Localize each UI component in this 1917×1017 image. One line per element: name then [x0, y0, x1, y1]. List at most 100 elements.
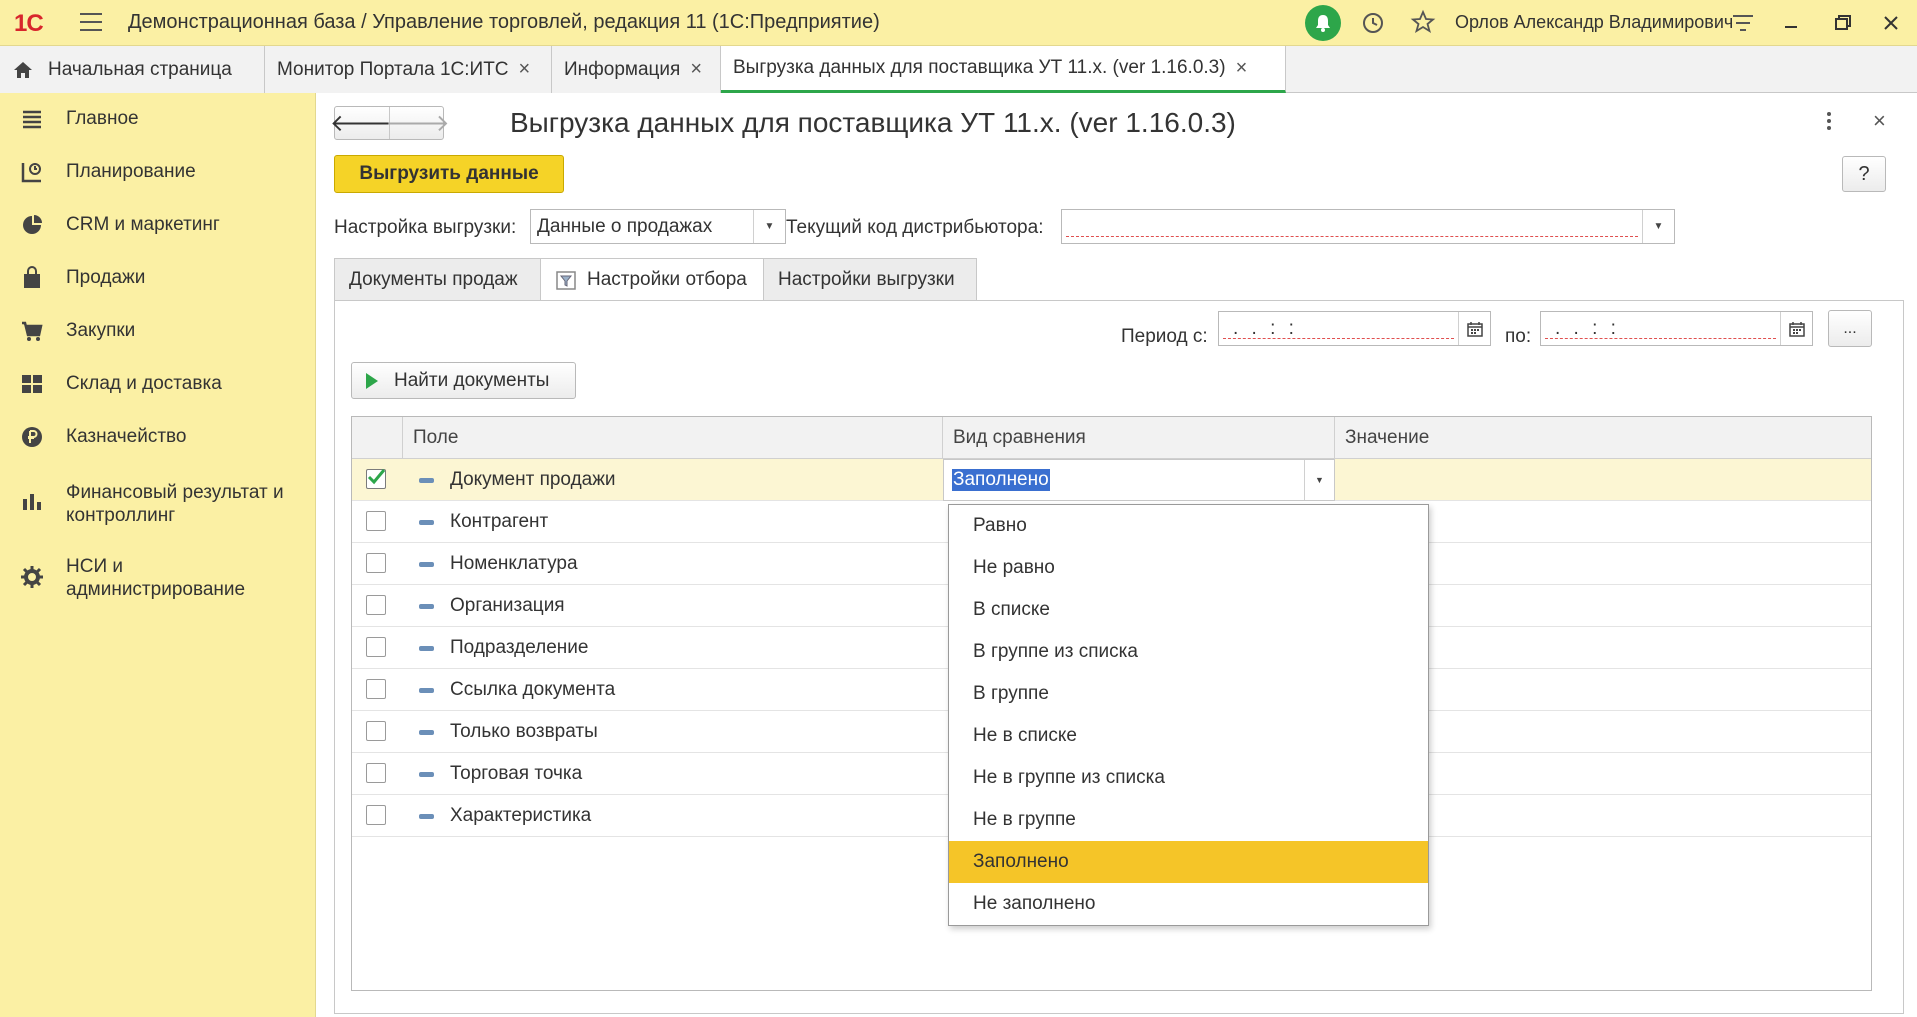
tab-its-monitor[interactable]: Монитор Портала 1С:ИТС ×	[265, 46, 552, 93]
dropdown-option[interactable]: В группе из списка	[949, 631, 1428, 673]
close-form-icon[interactable]: ×	[1873, 108, 1886, 134]
row-checkbox[interactable]	[366, 637, 386, 657]
sidebar-item-label: Планирование	[66, 161, 196, 182]
row-checkbox[interactable]	[366, 721, 386, 741]
row-checkbox[interactable]	[366, 511, 386, 531]
grid-header-comparison[interactable]: Вид сравнения	[943, 417, 1335, 459]
filter-icon	[556, 270, 576, 290]
tab-label: Выгрузка данных для поставщика УТ 11.x. …	[733, 57, 1226, 78]
main-menu-icon[interactable]	[80, 13, 102, 31]
warehouse-grid-icon	[22, 375, 42, 393]
chevron-down-icon[interactable]: ▼	[753, 210, 785, 243]
row-field-name: Контрагент	[450, 511, 549, 532]
dropdown-option[interactable]: В группе	[949, 673, 1428, 715]
period-to-field[interactable]: . . : :	[1540, 311, 1813, 346]
grid-header-check	[352, 417, 403, 459]
field-icon	[419, 604, 434, 609]
dropdown-option[interactable]: Не в группе из списка	[949, 757, 1428, 799]
table-row[interactable]: Документ продажи Заполнено ▼	[352, 459, 1871, 501]
dropdown-option-selected[interactable]: Заполнено	[949, 841, 1428, 883]
tab-label: Монитор Портала 1С:ИТС	[277, 58, 509, 80]
period-to-label: по:	[1505, 326, 1532, 347]
comparison-value[interactable]: Заполнено	[952, 469, 1050, 491]
tab-label: Информация	[564, 58, 681, 80]
list-lines-icon	[23, 110, 41, 129]
distributor-code-field[interactable]: ▼	[1061, 209, 1675, 244]
close-tab-icon[interactable]: ×	[1236, 57, 1248, 80]
tab-label: Начальная страница	[48, 58, 232, 80]
notifications-bell-icon[interactable]	[1305, 5, 1341, 41]
required-underline	[1223, 338, 1454, 339]
dropdown-option[interactable]: Не равно	[949, 547, 1428, 589]
required-underline	[1545, 338, 1776, 339]
pie-chart-icon	[23, 215, 42, 234]
row-checkbox[interactable]	[366, 763, 386, 783]
home-icon	[14, 61, 32, 78]
row-field-name: Номенклатура	[450, 553, 578, 574]
dropdown-option[interactable]: Равно	[949, 505, 1428, 547]
export-settings-label: Настройка выгрузки:	[334, 217, 517, 238]
tab-filter-settings[interactable]: Настройки отбора	[540, 258, 764, 301]
row-checkbox[interactable]	[366, 679, 386, 699]
export-data-button[interactable]: Выгрузить данные	[334, 155, 564, 193]
tab-export-data[interactable]: Выгрузка данных для поставщика УТ 11.x. …	[721, 46, 1286, 93]
row-checkbox[interactable]	[366, 553, 386, 573]
user-name[interactable]: Орлов Александр Владимирович	[1455, 12, 1733, 33]
find-documents-button[interactable]: Найти документы	[351, 362, 576, 399]
field-icon	[419, 730, 434, 735]
chevron-down-icon[interactable]: ▼	[1304, 460, 1334, 500]
field-icon	[419, 646, 434, 651]
history-icon[interactable]	[1360, 10, 1386, 42]
forward-arrow-icon[interactable]: 🡒	[385, 107, 449, 139]
close-tab-icon[interactable]: ×	[690, 58, 702, 81]
more-menu-icon[interactable]	[1826, 111, 1832, 137]
cart-icon	[22, 321, 43, 341]
row-field-name: Характеристика	[450, 805, 592, 826]
tab-label: Настройки выгрузки	[778, 268, 955, 290]
period-from-value: . . : :	[1233, 318, 1298, 339]
field-icon	[419, 772, 434, 777]
ruble-coin-icon	[22, 427, 42, 447]
comparison-dropdown-list: Равно Не равно В списке В группе из спис…	[948, 504, 1429, 926]
row-checkbox[interactable]	[366, 469, 386, 489]
dropdown-option[interactable]: Не в группе	[949, 799, 1428, 841]
app-logo: 1С	[14, 10, 44, 37]
sidebar-item-label: Финансовый результат и контроллинг	[66, 482, 284, 526]
period-select-button[interactable]: ...	[1828, 310, 1872, 347]
tab-home[interactable]: Начальная страница	[0, 46, 265, 93]
row-checkbox[interactable]	[366, 595, 386, 615]
close-window-icon[interactable]	[1876, 9, 1906, 37]
settings-lines-icon[interactable]	[1731, 13, 1755, 39]
dropdown-option[interactable]: Не в списке	[949, 715, 1428, 757]
sidebar-item-label: Главное	[66, 108, 139, 129]
minimize-icon[interactable]	[1776, 9, 1806, 37]
favorites-star-icon[interactable]	[1410, 9, 1436, 41]
chevron-down-icon[interactable]: ▼	[1642, 210, 1674, 243]
restore-icon[interactable]	[1828, 9, 1858, 37]
tab-export-settings[interactable]: Настройки выгрузки	[763, 258, 977, 301]
sidebar-item-label: НСИ и администрирование	[66, 556, 246, 600]
field-icon	[419, 478, 434, 483]
dropdown-option[interactable]: Не заполнено	[949, 883, 1428, 925]
row-field-name: Подразделение	[450, 637, 589, 658]
row-field-name: Только возвраты	[450, 721, 598, 742]
calendar-icon[interactable]	[1780, 312, 1812, 345]
back-arrow-icon[interactable]: 🡐	[330, 107, 394, 139]
help-button[interactable]: ?	[1842, 156, 1886, 192]
tab-sales-documents[interactable]: Документы продаж	[334, 258, 541, 301]
bar-chart-icon	[23, 494, 41, 510]
comparison-select[interactable]: Заполнено ▼	[943, 459, 1335, 501]
tab-information[interactable]: Информация ×	[552, 46, 721, 93]
row-field-name: Документ продажи	[450, 469, 616, 490]
field-icon	[419, 688, 434, 693]
row-checkbox[interactable]	[366, 805, 386, 825]
sidebar-item-label: Продажи	[66, 267, 146, 288]
period-from-field[interactable]: . . : :	[1218, 311, 1491, 346]
export-settings-select[interactable]: Данные о продажах ▼	[530, 209, 786, 244]
sidebar-item-label: Казначейство	[66, 426, 187, 447]
calendar-icon[interactable]	[1458, 312, 1490, 345]
grid-header-value[interactable]: Значение	[1335, 417, 1871, 459]
dropdown-option[interactable]: В списке	[949, 589, 1428, 631]
close-tab-icon[interactable]: ×	[519, 58, 531, 81]
grid-header-field[interactable]: Поле	[403, 417, 943, 459]
